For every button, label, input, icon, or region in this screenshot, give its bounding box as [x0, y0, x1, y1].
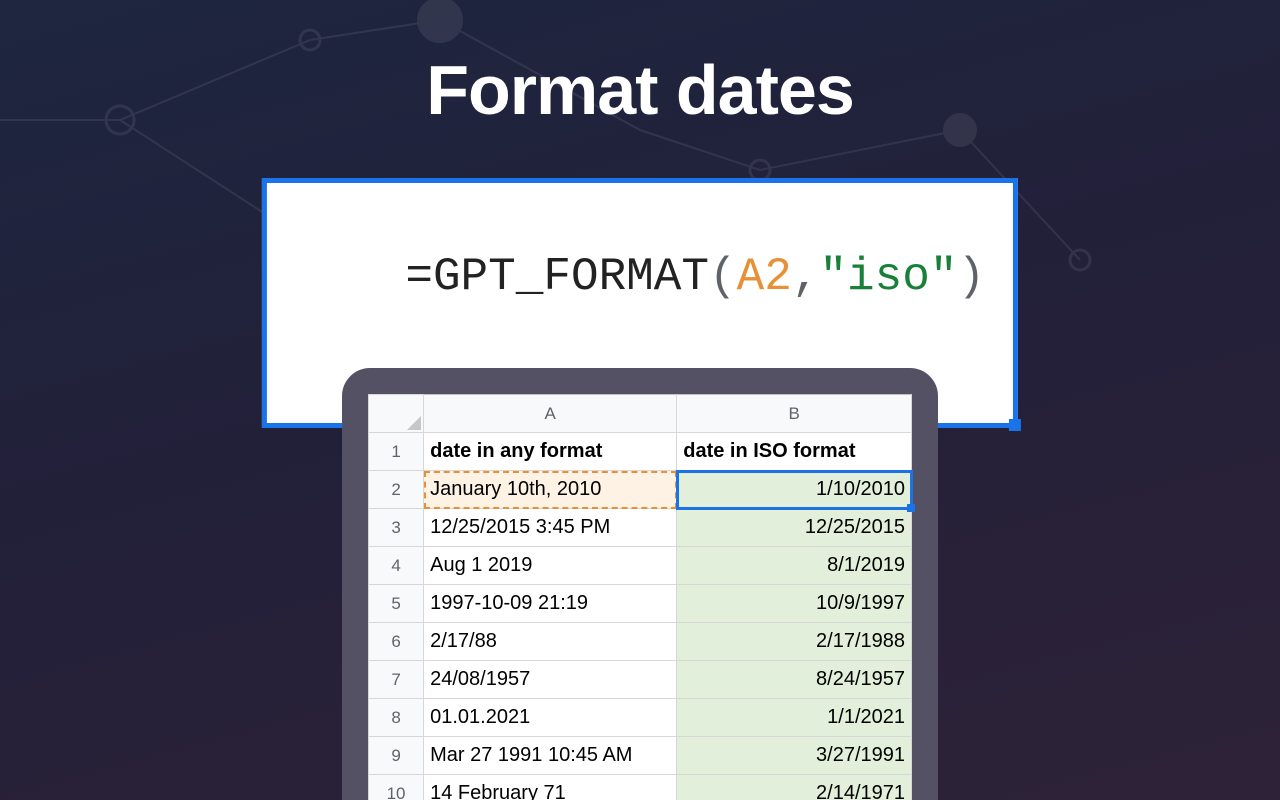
formula-lparen: ( [709, 251, 737, 303]
column-header-A[interactable]: A [424, 395, 677, 433]
table-row: 4 Aug 1 2019 8/1/2019 [369, 547, 912, 585]
column-header-B[interactable]: B [677, 395, 912, 433]
table-row: 3 12/25/2015 3:45 PM 12/25/2015 [369, 509, 912, 547]
page-title: Format dates [0, 50, 1280, 130]
table-row: 10 14 February 71 2/14/1971 [369, 775, 912, 800]
cell[interactable]: 8/24/1957 [677, 661, 912, 699]
formula-comma: , [792, 251, 820, 303]
row-header[interactable]: 9 [369, 737, 424, 775]
cell[interactable]: 2/17/1988 [677, 623, 912, 661]
formula-function: GPT_FORMAT [433, 251, 709, 303]
formula-cellref: A2 [737, 251, 792, 303]
cell[interactable]: 3/27/1991 [677, 737, 912, 775]
row-header[interactable]: 2 [369, 471, 424, 509]
cell[interactable]: 1997-10-09 21:19 [424, 585, 677, 623]
row-header[interactable]: 4 [369, 547, 424, 585]
formula-rparen: ) [957, 251, 985, 303]
cell[interactable]: Aug 1 2019 [424, 547, 677, 585]
cell[interactable]: 1/1/2021 [677, 699, 912, 737]
cell-source-selected[interactable]: January 10th, 2010 [424, 471, 677, 509]
table-row: 1 date in any format date in ISO format [369, 433, 912, 471]
cell[interactable]: 01.01.2021 [424, 699, 677, 737]
cell[interactable]: 2/17/88 [424, 623, 677, 661]
table-row: 5 1997-10-09 21:19 10/9/1997 [369, 585, 912, 623]
cell[interactable]: 12/25/2015 [677, 509, 912, 547]
formula-equals: = [405, 251, 433, 303]
table-row: 8 01.01.2021 1/1/2021 [369, 699, 912, 737]
cell[interactable]: 14 February 71 [424, 775, 677, 800]
spreadsheet[interactable]: A B 1 date in any format date in ISO for… [368, 394, 912, 800]
cell[interactable]: 12/25/2015 3:45 PM [424, 509, 677, 547]
row-header[interactable]: 6 [369, 623, 424, 661]
cell[interactable]: date in ISO format [677, 433, 912, 471]
cell[interactable]: 8/1/2019 [677, 547, 912, 585]
table-row: 7 24/08/1957 8/24/1957 [369, 661, 912, 699]
table-row: 2 January 10th, 2010 1/10/2010 [369, 471, 912, 509]
cell-active-selected[interactable]: 1/10/2010 [677, 471, 912, 509]
cell[interactable]: 24/08/1957 [424, 661, 677, 699]
cell[interactable]: date in any format [424, 433, 677, 471]
row-header[interactable]: 1 [369, 433, 424, 471]
selection-handle-icon[interactable] [1009, 419, 1021, 431]
spreadsheet-card: A B 1 date in any format date in ISO for… [342, 368, 938, 800]
select-all-corner[interactable] [369, 395, 424, 433]
row-header[interactable]: 7 [369, 661, 424, 699]
row-header[interactable]: 5 [369, 585, 424, 623]
table-row: 6 2/17/88 2/17/1988 [369, 623, 912, 661]
table-row: 9 Mar 27 1991 10:45 AM 3/27/1991 [369, 737, 912, 775]
row-header[interactable]: 8 [369, 699, 424, 737]
cell[interactable]: 10/9/1997 [677, 585, 912, 623]
cell[interactable]: Mar 27 1991 10:45 AM [424, 737, 677, 775]
cell[interactable]: 2/14/1971 [677, 775, 912, 800]
formula-string: "iso" [819, 251, 957, 303]
row-header[interactable]: 10 [369, 775, 424, 800]
row-header[interactable]: 3 [369, 509, 424, 547]
